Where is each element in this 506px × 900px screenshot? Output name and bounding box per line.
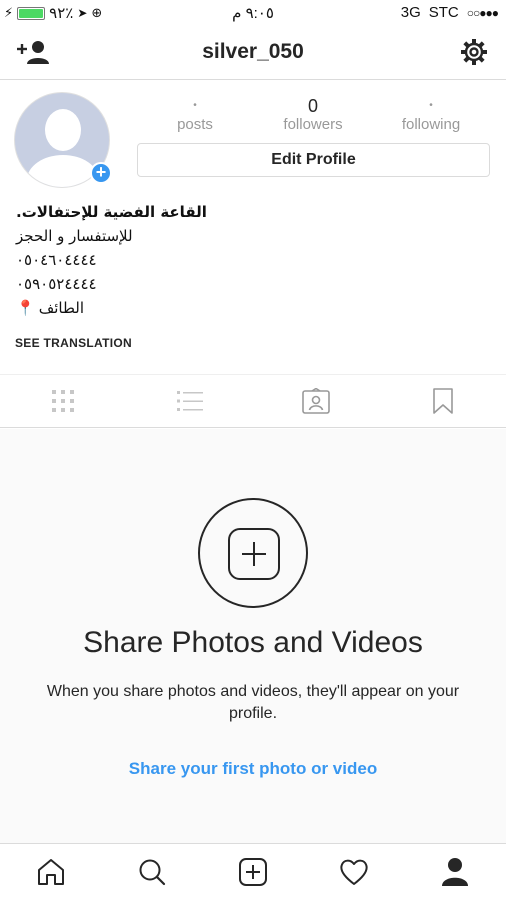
grid-icon[interactable]	[51, 389, 75, 413]
home-icon[interactable]	[36, 858, 66, 886]
status-bar: ⚡ ٩٢٪ ➤ ⊕ ٩:٠٥ م 3G STC ○○●●●	[0, 0, 506, 26]
edit-profile-button[interactable]: Edit Profile	[137, 143, 490, 177]
tab-saved[interactable]	[380, 375, 506, 427]
see-translation-link[interactable]: SEE TRANSLATION	[15, 336, 132, 350]
profile-username: silver_050	[202, 40, 304, 63]
carrier-name: STC	[428, 4, 459, 21]
profile-stats: • posts 0 followers • following	[136, 96, 490, 133]
tab-list[interactable]	[127, 375, 254, 427]
network-type: 3G	[400, 4, 421, 21]
profile-avatar-container[interactable]: +	[14, 92, 112, 188]
search-icon[interactable]	[138, 858, 166, 886]
following-label: following	[401, 116, 461, 133]
profile-bio: القاعة الفضية للإحتفالات. للإستفسار و ال…	[16, 200, 316, 320]
nav-add[interactable]	[202, 844, 303, 900]
bio-name: القاعة الفضية للإحتفالات.	[16, 203, 207, 221]
empty-posts-state: Share Photos and Videos When you share p…	[0, 429, 506, 843]
bio-location: الطائف	[38, 299, 85, 317]
bookmark-icon[interactable]	[432, 388, 454, 414]
add-post-icon[interactable]	[238, 857, 268, 887]
bio-phone-2[interactable]: ٠٥٩٠٥٢٤٤٤٤	[16, 272, 316, 296]
stat-following[interactable]: • following	[372, 96, 490, 133]
empty-state-subtitle: When you share photos and videos, they'l…	[46, 683, 460, 722]
gear-icon[interactable]	[460, 38, 488, 66]
nav-profile[interactable]	[405, 844, 506, 900]
profile-tabs	[0, 374, 506, 428]
nav-home[interactable]	[0, 844, 101, 900]
tab-grid[interactable]	[0, 375, 127, 427]
empty-state-title: Share Photos and Videos	[83, 626, 423, 659]
signal-strength-icon: ○○●●●	[466, 5, 499, 20]
add-photo-circle-icon[interactable]	[198, 498, 308, 608]
tagged-user-icon[interactable]	[302, 388, 331, 414]
list-icon[interactable]	[176, 390, 203, 412]
posts-label: posts	[177, 116, 213, 133]
bio-phone-1[interactable]: ٠٥٠٤٦٠٤٤٤٤	[16, 248, 316, 272]
followers-label: followers	[283, 116, 343, 133]
nav-activity[interactable]	[304, 844, 405, 900]
nav-search[interactable]	[101, 844, 202, 900]
following-count: •	[429, 100, 433, 111]
bottom-tab-bar	[0, 843, 506, 900]
add-story-plus-icon[interactable]: +	[90, 162, 112, 184]
tab-tagged[interactable]	[253, 375, 380, 427]
posts-count: •	[193, 100, 197, 111]
stat-followers[interactable]: 0 followers	[254, 96, 372, 133]
profile-icon[interactable]	[441, 857, 469, 887]
bio-line: للإستفسار و الحجز	[16, 227, 133, 245]
heart-icon[interactable]	[339, 858, 369, 886]
bio-location-line: 📍 الطائف	[16, 296, 316, 320]
share-first-photo-link[interactable]: Share your first photo or video	[0, 759, 506, 779]
followers-count: 0	[307, 96, 318, 116]
stat-posts[interactable]: • posts	[136, 96, 254, 133]
status-right: 3G STC ○○●●●	[400, 4, 499, 21]
location-pin-icon: 📍	[16, 299, 35, 317]
profile-header-bar: silver_050	[0, 26, 506, 80]
